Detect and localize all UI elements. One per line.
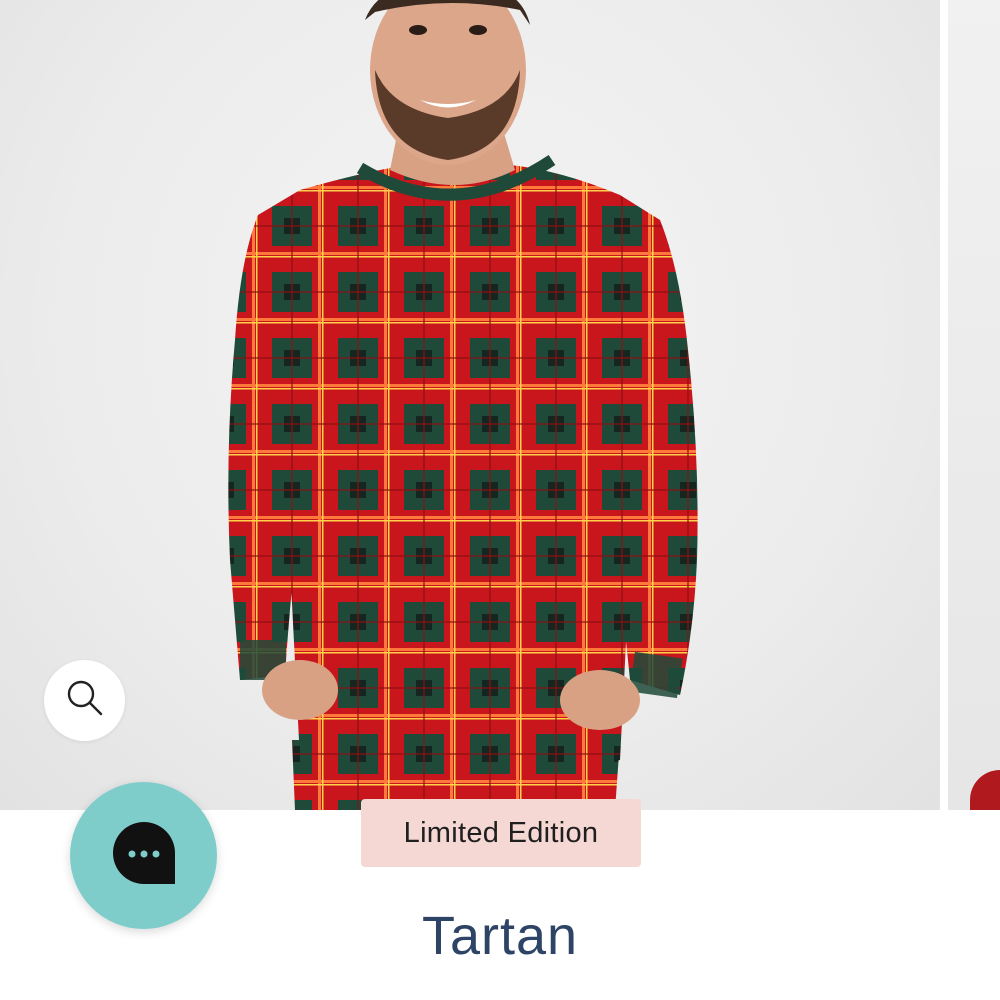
chat-bubble-dots-icon xyxy=(109,818,179,893)
product-title: Tartan xyxy=(421,906,579,966)
product-main-image[interactable] xyxy=(0,0,940,810)
model-illustration xyxy=(228,0,698,810)
product-image-gallery[interactable] xyxy=(0,0,1000,810)
zoom-button[interactable] xyxy=(44,660,125,741)
next-image-preview xyxy=(970,770,1000,810)
limited-edition-badge: Limited Edition xyxy=(361,799,641,867)
gallery-divider xyxy=(940,0,948,810)
product-next-image[interactable] xyxy=(948,0,1000,810)
search-icon xyxy=(65,678,105,723)
